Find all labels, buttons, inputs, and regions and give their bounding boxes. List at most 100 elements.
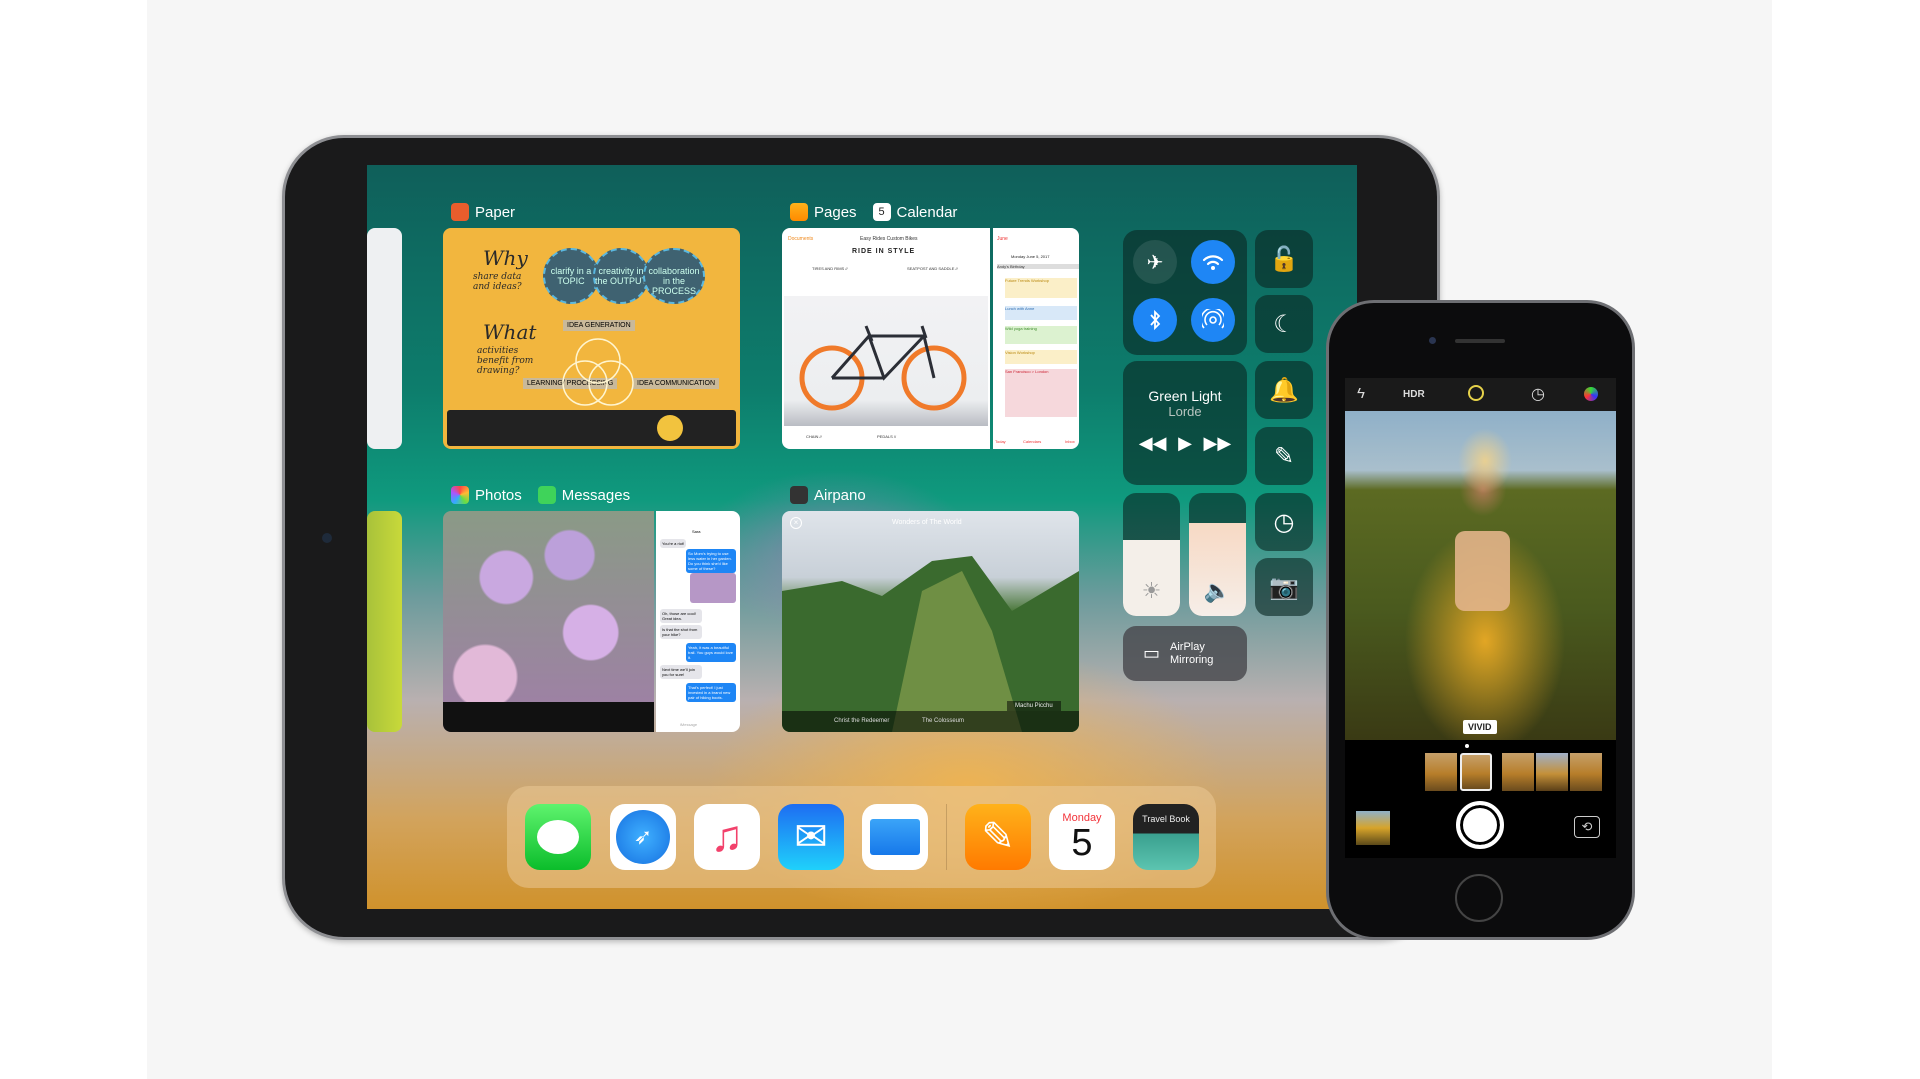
timer-icon[interactable]: ◷ [1255,493,1313,551]
shutter-button[interactable] [1456,801,1504,849]
moon-icon[interactable]: ☾ [1255,295,1313,353]
calendar-today[interactable]: Today [995,439,1006,444]
hdr-button[interactable]: HDR [1403,389,1425,400]
rewind-icon[interactable]: ◀◀ [1139,433,1167,454]
dock-mail-icon[interactable]: ✉ [778,804,844,870]
airpano-places-bar: Christ the Redeemer The Colosseum [782,711,1079,732]
close-icon[interactable]: × [790,517,802,529]
notes-icon[interactable]: ✎ [1255,427,1313,485]
timer-icon[interactable]: ◷ [1531,384,1545,404]
paper-idea: IDEA COMMUNICATION [633,378,720,389]
airdrop-icon[interactable] [1191,298,1235,342]
message-photo [690,573,736,603]
calendar-app-icon: 5 [872,203,891,221]
calendar-date: Monday June 5, 2017 [1011,254,1050,259]
camera-icon[interactable]: 📷 [1255,558,1313,616]
place-item[interactable]: The Colosseum [922,718,964,724]
paper-toolbar [447,410,736,446]
message-input[interactable]: iMessage [680,722,697,727]
dock-files-icon[interactable] [862,804,928,870]
pages-callout: TIRES AND RIMS // [812,266,848,271]
app-card-paper[interactable]: Why share data and ideas? clarify in a T… [443,228,740,449]
airpano-title: Wonders of The World [892,519,962,526]
airplane-icon[interactable]: ✈ [1133,240,1177,284]
calendar-calendars[interactable]: Calendars [1023,439,1041,444]
paper-blob: creativity in the OUTPUT [593,248,649,304]
filter-thumbnail[interactable] [1536,753,1568,791]
app-card-pages-calendar[interactable]: Documents Easy Rides Custom Bikes RIDE I… [782,228,1079,449]
filter-thumbnail[interactable] [1425,753,1457,791]
partial-app-card[interactable] [367,511,402,732]
calendar-event[interactable]: Future Trends Workshop [1005,278,1077,298]
paper-blob: clarify in a TOPIC [543,248,599,304]
calendar-inbox[interactable]: Inbox [1065,439,1075,444]
dock-travel-book-icon[interactable]: Travel Book [1133,804,1199,870]
app-card-airpano[interactable]: Wonders of The World × Christ the Redeem… [782,511,1079,732]
partial-app-card[interactable] [367,228,402,449]
calendar-month[interactable]: June [997,236,1008,242]
now-playing-module[interactable]: Green Light Lorde ◀◀ ▶ ▶▶ [1123,361,1247,485]
app-label-pages: Pages 5 Calendar [790,203,957,221]
paper-app-icon [451,203,469,221]
color-swatch[interactable] [657,415,683,441]
app-name: Paper [475,203,516,221]
dock-messages-icon[interactable] [525,804,591,870]
filters-icon[interactable] [1584,387,1598,401]
message-bubble: Yeah, it was a beautiful trail. You guys… [686,643,736,662]
paper-why-sub: share data and ideas? [473,272,522,292]
dock-safari-icon[interactable]: ➶ [610,804,676,870]
app-label-airpano: Airpano [790,486,866,504]
app-name: Messages [561,486,631,504]
dock-calendar-icon[interactable]: Monday 5 [1049,804,1115,870]
app-label-photos: Photos Messages [451,486,630,504]
last-photo-thumbnail[interactable] [1356,811,1390,845]
app-card-photos-messages[interactable]: Sara You're a riot! So Mom's trying to u… [443,511,740,732]
message-bubble: You're a riot! [660,539,687,548]
volume-slider[interactable]: 🔈 [1189,493,1246,616]
fast-forward-icon[interactable]: ▶▶ [1204,433,1232,454]
app-name: Calendar [896,203,958,221]
bike-photo [784,296,988,426]
filter-thumbnail-selected[interactable] [1460,753,1492,791]
bell-icon[interactable]: 🔔 [1255,361,1313,419]
messages-window: Sara You're a riot! So Mom's trying to u… [656,511,740,732]
message-bubble: Oh, those are cool! Great idea. [660,609,702,623]
calendar-event[interactable]: Lunch with Anne [1005,306,1077,320]
app-name: Pages [814,203,857,221]
brightness-slider[interactable]: ☀ [1123,493,1180,616]
message-bubble: Next time we'll join you for sure! [660,665,702,679]
app-name: Photos [475,486,522,504]
pages-headline: RIDE IN STYLE [852,248,916,255]
venn-diagram [562,338,634,406]
calendar-event[interactable]: San Francisco > London [1005,369,1077,417]
calendar-day: 5 [1071,822,1093,864]
filter-name-badge: VIVID [1463,720,1497,734]
pages-back[interactable]: Documents [788,236,813,242]
flash-icon[interactable]: ϟ [1357,385,1365,402]
calendar-event[interactable]: Vision Workshop [1005,350,1077,364]
iphone-front-camera [1429,337,1436,344]
wifi-icon[interactable] [1191,240,1235,284]
camera-viewfinder: VIVID [1345,411,1616,740]
calendar-event[interactable]: Wild yoga training [1005,326,1077,344]
airplay-mirroring-button[interactable]: ▭ AirPlay Mirroring [1123,626,1247,681]
pages-doc-title: Easy Rides Custom Bikes [860,236,918,242]
app-name: Airpano [814,486,866,504]
bluetooth-icon[interactable] [1133,298,1177,342]
place-item[interactable]: Christ the Redeemer [834,718,889,724]
live-photo-icon[interactable] [1468,385,1484,401]
home-button[interactable] [1455,874,1503,922]
filter-thumbnail[interactable] [1502,753,1534,791]
pages-callout: SEATPOST AND SADDLE // [907,266,958,271]
dock-divider [946,804,947,870]
airplay-icon: ▭ [1143,643,1161,663]
dock-music-icon[interactable]: ♫ [694,804,760,870]
dock-pages-icon[interactable]: ✎ [965,804,1031,870]
switch-camera-icon[interactable]: ⟲ [1574,816,1600,838]
rotation-lock-icon[interactable]: 🔓 [1255,230,1313,288]
play-icon[interactable]: ▶ [1178,433,1192,454]
message-bubble: So Mom's trying to use less water in her… [686,549,736,573]
place-item-selected[interactable]: Machu Picchu [1007,701,1061,711]
paper-why: Why [483,246,528,270]
filter-thumbnail[interactable] [1570,753,1602,791]
